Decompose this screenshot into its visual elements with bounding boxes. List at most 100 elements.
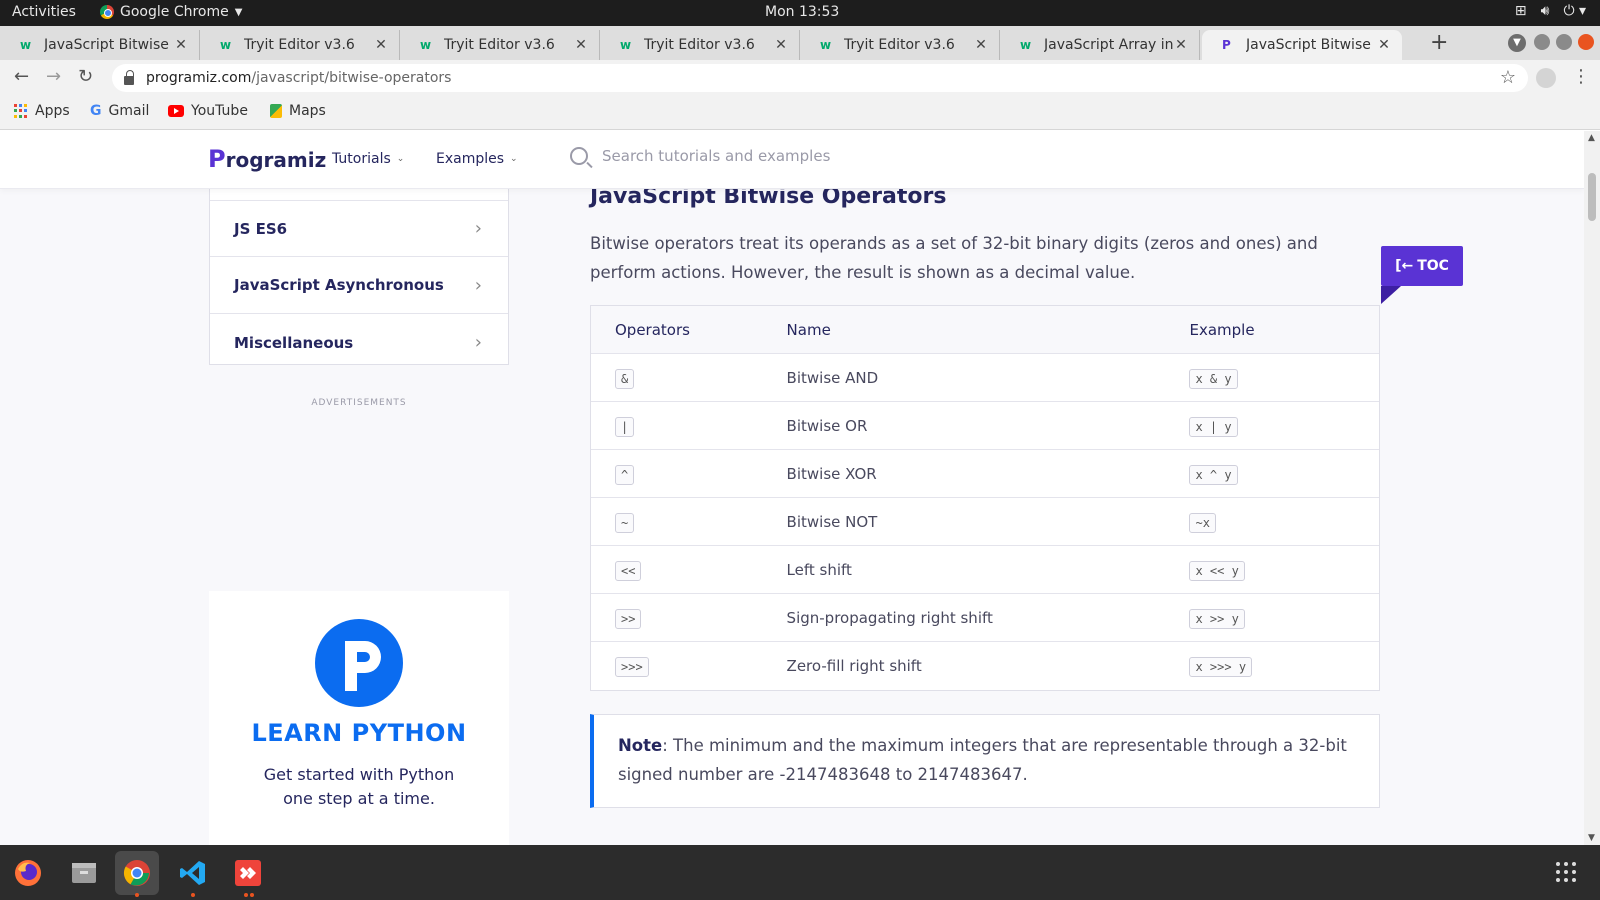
firefox-icon — [15, 860, 41, 886]
running-indicator — [135, 893, 139, 897]
dock-chrome[interactable] — [115, 851, 159, 895]
bookmark-label: YouTube — [191, 103, 248, 119]
app-menu[interactable]: Google Chrome ▼ — [100, 4, 242, 20]
operator-code: & — [615, 368, 635, 389]
toc-icon: [← — [1395, 258, 1414, 274]
intro-paragraph: Bitwise operators treat its operands as … — [590, 234, 1318, 282]
system-top-bar: Activities Google Chrome ▼ Mon 13:53 ⊞ 🔊… — [0, 0, 1600, 26]
apps-grid-icon — [14, 104, 28, 118]
power-icon[interactable]: ⏻ ▾ — [1563, 3, 1586, 19]
show-applications-icon[interactable] — [1556, 862, 1576, 882]
operator-name: Left shift — [786, 560, 852, 579]
bookmark-youtube[interactable]: YouTube — [168, 103, 248, 119]
operator-name: Bitwise NOT — [786, 512, 878, 531]
promo-title: LEARN PYTHON — [251, 719, 467, 747]
close-icon[interactable]: ✕ — [573, 37, 589, 53]
close-icon[interactable]: ✕ — [373, 37, 389, 53]
chevron-right-icon: › — [474, 218, 482, 239]
search-input[interactable]: Search tutorials and examples — [602, 147, 830, 165]
close-icon[interactable]: ✕ — [1173, 37, 1189, 53]
close-icon[interactable]: ✕ — [173, 37, 189, 53]
browser-tab[interactable]: w Tryit Editor v3.6 ✕ — [200, 30, 400, 60]
maximize-button[interactable] — [1556, 34, 1572, 50]
system-tray[interactable]: ⊞ 🔊︎ ⏻ ▾ — [1515, 3, 1586, 19]
minimize-button[interactable] — [1534, 34, 1550, 50]
nav-tutorials[interactable]: Tutorials ⌄ — [332, 151, 404, 167]
address-bar[interactable]: programiz.com/javascript/bitwise-operato… — [112, 64, 1528, 92]
example-code: x ^ y — [1189, 464, 1238, 485]
reload-icon[interactable]: ↻ — [78, 66, 93, 87]
browser-tab[interactable]: w Tryit Editor v3.6 ✕ — [800, 30, 1000, 60]
ads-label: ADVERTISEMENTS — [311, 398, 407, 408]
activities-button[interactable]: Activities — [12, 4, 76, 20]
toc-button[interactable]: [← TOC — [1381, 246, 1463, 286]
back-icon[interactable]: ← — [14, 66, 29, 87]
scroll-down-icon[interactable]: ▼ — [1588, 833, 1595, 843]
sidebar-item-label: JavaScript Asynchronous — [234, 276, 444, 294]
browser-tab[interactable]: w Tryit Editor v3.6 ✕ — [600, 30, 800, 60]
operator-name: Bitwise AND — [786, 368, 879, 387]
sidebar-item-js-asynchronous[interactable]: JavaScript Asynchronous › — [210, 257, 508, 314]
table-header: Example — [1189, 320, 1255, 339]
search-icon — [570, 147, 588, 165]
bookmark-star-icon[interactable]: ☆ — [1500, 67, 1516, 88]
bookmark-gmail[interactable]: G Gmail — [90, 103, 149, 119]
close-icon[interactable]: ✕ — [773, 37, 789, 53]
bookmark-maps[interactable]: Maps — [270, 103, 326, 119]
chevron-right-icon: › — [474, 274, 482, 296]
close-window-button[interactable] — [1578, 34, 1594, 50]
sidebar-item-miscellaneous[interactable]: Miscellaneous › — [210, 314, 508, 371]
dock-files[interactable] — [62, 851, 106, 895]
menu-kebab-icon[interactable]: ⋮ — [1572, 66, 1590, 87]
table-row: & Bitwise AND x & y — [591, 354, 1379, 402]
caret-down-icon: ▼ — [234, 6, 243, 18]
scrollbar-thumb[interactable] — [1588, 173, 1596, 221]
clock[interactable]: Mon 13:53 — [765, 4, 839, 20]
bookmarks-bar: Apps G Gmail YouTube Maps — [0, 96, 1600, 130]
scroll-up-icon[interactable]: ▲ — [1588, 133, 1595, 143]
operator-name: Sign-propagating right shift — [786, 608, 993, 627]
lock-icon[interactable] — [124, 69, 134, 85]
google-icon: G — [90, 103, 102, 119]
profile-avatar[interactable] — [1536, 68, 1556, 88]
bookmark-apps[interactable]: Apps — [14, 103, 70, 119]
dock-anydesk[interactable] — [226, 851, 270, 895]
close-icon[interactable]: ✕ — [973, 37, 989, 53]
w3schools-favicon-icon: w — [20, 38, 32, 52]
site-search[interactable]: Search tutorials and examples — [570, 147, 830, 165]
chevron-right-icon: › — [474, 332, 482, 353]
dock-firefox[interactable] — [6, 851, 50, 895]
forward-icon[interactable]: → — [46, 66, 61, 87]
w3schools-favicon-icon: w — [1020, 38, 1032, 52]
browser-tab-active[interactable]: P JavaScript Bitwise C ✕ — [1202, 30, 1402, 60]
sidebar-item-label: Miscellaneous — [234, 333, 354, 352]
sidebar: JS ES6 › JavaScript Asynchronous › Misce… — [209, 189, 509, 365]
browser-tab[interactable]: w JavaScript Array ind ✕ — [1000, 30, 1200, 60]
nav-examples[interactable]: Examples ⌄ — [436, 151, 518, 167]
volume-icon[interactable]: 🔊︎ — [1541, 3, 1550, 19]
programiz-logo[interactable]: Programiz — [208, 145, 326, 173]
network-icon[interactable]: ⊞ — [1515, 3, 1527, 19]
sidebar-item-js-es6[interactable]: JS ES6 › — [210, 200, 508, 257]
table-header: Operators — [615, 320, 690, 339]
running-indicator — [250, 893, 254, 897]
browser-tab[interactable]: w Tryit Editor v3.6 ✕ — [400, 30, 600, 60]
chevron-down-icon: ⌄ — [510, 154, 518, 164]
dock-vscode[interactable] — [171, 851, 215, 895]
operator-code: ^ — [615, 464, 635, 485]
learn-python-promo[interactable]: LEARN PYTHON Get started with Python one… — [209, 591, 509, 845]
page-scrollbar[interactable]: ▲ ▼ — [1584, 131, 1600, 845]
browser-tab[interactable]: w JavaScript Bitwise ✕ — [0, 30, 200, 60]
close-icon[interactable]: ✕ — [1376, 37, 1392, 53]
tab-search-icon[interactable]: ▼ — [1508, 34, 1526, 52]
bookmark-label: Maps — [289, 103, 326, 119]
files-icon — [72, 863, 96, 883]
operators-table: Operators Name Example & Bitwise AND x &… — [590, 305, 1380, 691]
new-tab-button[interactable]: + — [1430, 30, 1448, 55]
nav-examples-label: Examples — [436, 151, 505, 167]
note-text: : The minimum and the maximum integers t… — [618, 736, 1347, 784]
maps-icon — [270, 104, 282, 118]
chrome-icon — [123, 860, 150, 886]
example-code: x >>> y — [1189, 657, 1253, 677]
chevron-down-icon: ⌄ — [396, 154, 405, 164]
